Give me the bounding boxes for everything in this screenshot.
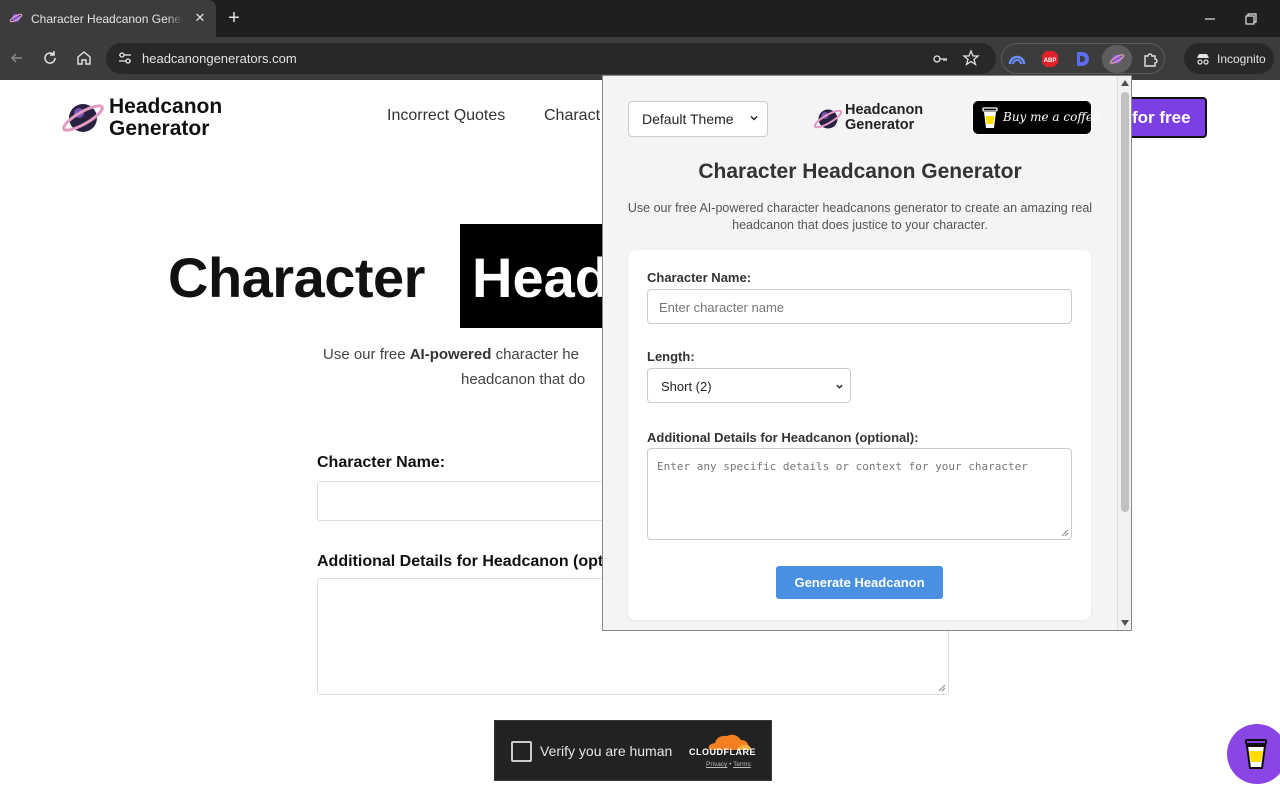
details-placeholder: Enter any specific details or context fo… xyxy=(657,460,1028,473)
headcanon-extension-button[interactable] xyxy=(1102,45,1132,73)
bookmark-star-icon[interactable] xyxy=(962,49,980,67)
extension-popup: Default Theme Headcanon Generator Buy me… xyxy=(602,75,1132,631)
nav-incorrect-quotes[interactable]: Incorrect Quotes xyxy=(387,107,505,125)
planet-logo-icon xyxy=(62,104,104,132)
incognito-icon xyxy=(1197,54,1209,65)
buy-coffee-fab[interactable] xyxy=(1227,724,1280,784)
hero-title-highlight: Head xyxy=(460,224,620,328)
extensions-group: ABP xyxy=(1001,43,1165,74)
coffee-cup-icon xyxy=(982,107,998,128)
new-tab-icon[interactable]: + xyxy=(224,8,244,28)
character-name-label: Character Name: xyxy=(647,270,752,285)
logo-line-2: Generator xyxy=(109,117,210,140)
scroll-down-arrow-icon[interactable] xyxy=(1121,620,1129,626)
reload-icon[interactable] xyxy=(40,48,60,68)
popup-logo-line-1: Headcanon xyxy=(845,102,924,118)
generator-form-card: Character Name: Enter character name Len… xyxy=(628,250,1091,620)
site-settings-icon[interactable] xyxy=(117,50,133,66)
popup-logo-text: Headcanon Generator xyxy=(845,103,923,133)
browser-tab-bar: Character Headcanon Generator ✕ + xyxy=(0,0,1280,37)
adblock-plus-icon[interactable]: ABP xyxy=(1040,49,1060,69)
site-logo[interactable]: Headcanon Generator xyxy=(60,94,240,142)
home-icon[interactable] xyxy=(74,48,94,68)
captcha-terms-link[interactable]: Terms xyxy=(733,761,751,768)
logo-line-1: Headcanon xyxy=(109,95,223,118)
browser-toolbar: headcanongenerators.com ABP Incognito xyxy=(0,37,1280,80)
cloudflare-captcha: Verify you are human CLOUDFLARE Privacy … xyxy=(494,720,772,781)
popup-logo: Headcanon Generator xyxy=(812,101,932,137)
url-text[interactable]: headcanongenerators.com xyxy=(142,51,297,66)
details-label: Additional Details for Headcanon (option… xyxy=(647,430,919,445)
theme-select-value: Default Theme xyxy=(642,111,734,127)
tab-title: Character Headcanon Generator xyxy=(31,12,183,26)
browser-tab-active[interactable]: Character Headcanon Generator ✕ xyxy=(0,0,216,37)
captcha-checkbox[interactable] xyxy=(511,741,532,762)
theme-select[interactable]: Default Theme xyxy=(628,101,768,137)
extensions-puzzle-icon[interactable] xyxy=(1141,49,1161,69)
nav-character[interactable]: Charact xyxy=(544,107,600,125)
popup-title: Character Headcanon Generator xyxy=(698,160,1022,183)
page-name-label: Character Name: xyxy=(317,454,446,471)
subtitle-bold: AI-powered xyxy=(409,346,492,363)
hero-subtitle-line-2: headcanon that do xyxy=(461,371,586,388)
back-arrow-icon[interactable] xyxy=(7,48,27,68)
scroll-up-arrow-icon[interactable] xyxy=(1121,80,1129,86)
incognito-label: Incognito xyxy=(1217,52,1266,66)
character-name-input[interactable]: Enter character name xyxy=(647,289,1072,324)
incognito-indicator[interactable]: Incognito xyxy=(1184,43,1274,74)
address-bar[interactable]: headcanongenerators.com xyxy=(106,43,996,74)
tab-close-icon[interactable]: ✕ xyxy=(192,10,208,26)
password-key-icon[interactable] xyxy=(932,51,948,67)
chevron-down-icon xyxy=(836,384,843,389)
details-textarea[interactable]: Enter any specific details or context fo… xyxy=(647,448,1072,540)
hero-title: Character xyxy=(168,246,425,309)
page-details-label: Additional Details for Headcanon (opti xyxy=(317,553,608,570)
resize-grip-icon[interactable] xyxy=(938,684,946,692)
popup-description: Use our free AI-powered character headca… xyxy=(627,201,1093,232)
subtitle-prefix: Use our free xyxy=(323,346,410,363)
popup-scrollbar[interactable] xyxy=(1117,76,1131,630)
resize-grip-icon[interactable] xyxy=(1061,529,1069,537)
planet-logo-icon xyxy=(813,109,843,129)
captcha-links: Privacy • Terms xyxy=(706,761,751,768)
chevron-down-icon xyxy=(750,115,758,121)
popup-logo-line-2: Generator xyxy=(845,117,915,133)
captcha-label: Verify you are human xyxy=(540,743,673,759)
generate-headcanon-button[interactable]: Generate Headcanon xyxy=(776,566,943,599)
length-select[interactable]: Short (2) xyxy=(647,368,851,403)
hero-subtitle-line-1: Use our free AI-powered character he xyxy=(323,346,579,363)
buy-me-a-coffee-label: Buy me a coffee xyxy=(1003,110,1101,124)
coffee-cup-icon xyxy=(1245,739,1267,769)
subtitle-rest: character he xyxy=(491,346,579,363)
vpn-extension-icon[interactable] xyxy=(1007,49,1027,69)
planet-icon xyxy=(9,13,23,23)
captcha-privacy-link[interactable]: Privacy xyxy=(706,761,727,768)
scrollbar-thumb[interactable] xyxy=(1121,92,1129,512)
restore-icon[interactable] xyxy=(1242,10,1260,28)
buy-me-a-coffee-button[interactable]: Buy me a coffee xyxy=(972,100,1100,135)
svg-text:ABP: ABP xyxy=(1044,58,1057,64)
planet-icon xyxy=(1109,54,1125,64)
length-label: Length: xyxy=(647,349,695,364)
d-extension-icon[interactable] xyxy=(1072,49,1092,69)
captcha-brand: CLOUDFLARE xyxy=(689,747,756,757)
logo-text: Headcanon Generator xyxy=(109,96,222,140)
minimize-icon[interactable] xyxy=(1201,10,1219,28)
length-select-value: Short (2) xyxy=(661,379,712,394)
